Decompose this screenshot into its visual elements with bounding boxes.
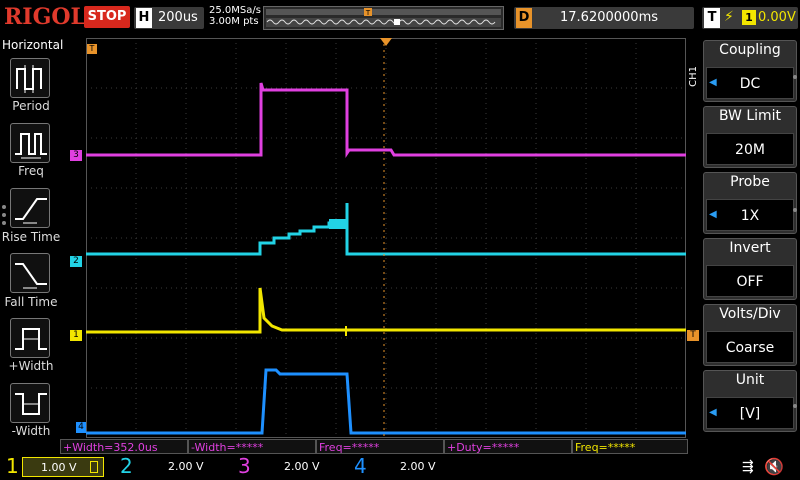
brand-logo: RIGOL — [4, 4, 86, 30]
run-stop-status[interactable]: STOP — [84, 6, 130, 28]
sample-rate: 25.0MSa/s — [209, 5, 261, 16]
rise-time-label: Rise Time — [1, 230, 61, 244]
period-label: Period — [12, 99, 50, 113]
memory-overview[interactable]: T — [263, 6, 504, 30]
waveform-grid — [86, 38, 686, 438]
bw-limit-value[interactable]: 20M — [706, 133, 794, 165]
trigger-label: T — [704, 8, 720, 28]
menu-page-dot — [793, 404, 797, 408]
speaker-muted-icon[interactable]: 🔇 — [764, 457, 784, 476]
sample-rate-info: 25.0MSa/s 3.00M pts — [209, 5, 261, 27]
volts-div-value[interactable]: Coarse — [706, 331, 794, 363]
period-button[interactable] — [10, 58, 50, 98]
coupling-title: Coupling — [719, 42, 781, 58]
menu-page-dot — [2, 213, 6, 217]
channel-tag: CH1 — [688, 66, 699, 87]
delay-value: 17.6200000ms — [560, 10, 659, 25]
measurement-positive-duty[interactable]: +Duty=***** — [444, 439, 572, 454]
usb-icon: ⇶ — [742, 459, 754, 475]
negative-width-label: -Width — [11, 424, 51, 438]
period-icon — [16, 65, 42, 93]
trigger-position-marker[interactable] — [380, 38, 392, 46]
positive-width-button[interactable] — [10, 318, 50, 358]
memory-overview-waveform: T — [266, 8, 501, 27]
ch3-offset-marker[interactable]: 3 — [70, 150, 82, 161]
trigger-level: 0.00V — [758, 10, 796, 25]
rising-edge-icon: ⚡ — [724, 9, 734, 25]
invert-value[interactable]: OFF — [706, 265, 794, 297]
fall-time-button[interactable] — [10, 253, 50, 293]
rise-time-icon — [15, 198, 47, 224]
horizontal-label: H — [136, 8, 152, 28]
ch1-offset-marker[interactable]: 1 — [70, 330, 82, 341]
waveform-display[interactable] — [86, 38, 686, 438]
ch4-number[interactable]: 4 — [354, 453, 367, 479]
menu-page-dot — [2, 205, 6, 209]
ch2-number[interactable]: 2 — [120, 453, 133, 479]
probe-title: Probe — [730, 174, 770, 190]
ch4-offset-marker[interactable]: 4 — [76, 422, 86, 433]
menu-page-dot — [793, 208, 797, 212]
left-menu-title: Horizontal — [2, 38, 64, 52]
freq-label: Freq — [18, 164, 44, 178]
measurement-frequency-ch3[interactable]: Freq=***** — [316, 439, 444, 454]
ch2-scale[interactable]: 2.00 V — [136, 457, 226, 477]
timebase-value: 200us — [158, 10, 198, 25]
unit-value[interactable]: [V] — [706, 397, 794, 429]
trigger-source: 1 — [742, 10, 756, 25]
probe-value[interactable]: 1X — [706, 199, 794, 231]
menu-page-dot — [793, 75, 797, 79]
measurement-positive-width[interactable]: +Width=352.0us — [60, 439, 188, 454]
measurement-frequency-ch1[interactable]: Freq=***** — [572, 439, 688, 454]
ch3-scale[interactable]: 2.00 V — [254, 457, 344, 477]
unit-title: Unit — [735, 372, 765, 388]
svg-text:T: T — [365, 9, 371, 17]
freq-button[interactable] — [10, 123, 50, 163]
menu-page-dot — [2, 221, 6, 225]
volts-div-title: Volts/Div — [719, 306, 781, 322]
rise-time-button[interactable] — [10, 188, 50, 228]
coupling-value[interactable]: DC — [706, 67, 794, 99]
ch3-number[interactable]: 3 — [238, 453, 251, 479]
positive-width-icon — [15, 328, 47, 350]
trigger-level-marker[interactable]: T — [687, 330, 699, 341]
ch1-battery-icon — [90, 461, 98, 473]
horizontal-marker: T — [87, 44, 97, 54]
ch2-offset-marker[interactable]: 2 — [70, 256, 82, 267]
ch4-scale[interactable]: 2.00 V — [370, 457, 460, 477]
ch1-number[interactable]: 1 — [6, 453, 19, 479]
left-arrow-icon: ◀ — [709, 407, 717, 418]
left-arrow-icon: ◀ — [709, 209, 717, 220]
negative-width-icon — [15, 393, 47, 415]
invert-title: Invert — [729, 240, 771, 256]
fall-time-label: Fall Time — [4, 295, 58, 309]
positive-width-label: +Width — [8, 359, 54, 373]
bw-limit-title: BW Limit — [718, 108, 782, 124]
measurement-negative-width[interactable]: -Width=***** — [188, 439, 316, 454]
memory-depth: 3.00M pts — [209, 16, 259, 27]
negative-width-button[interactable] — [10, 383, 50, 423]
left-arrow-icon: ◀ — [709, 77, 717, 88]
freq-icon — [15, 133, 47, 159]
fall-time-icon — [15, 263, 47, 289]
delay-label: D — [516, 8, 532, 28]
